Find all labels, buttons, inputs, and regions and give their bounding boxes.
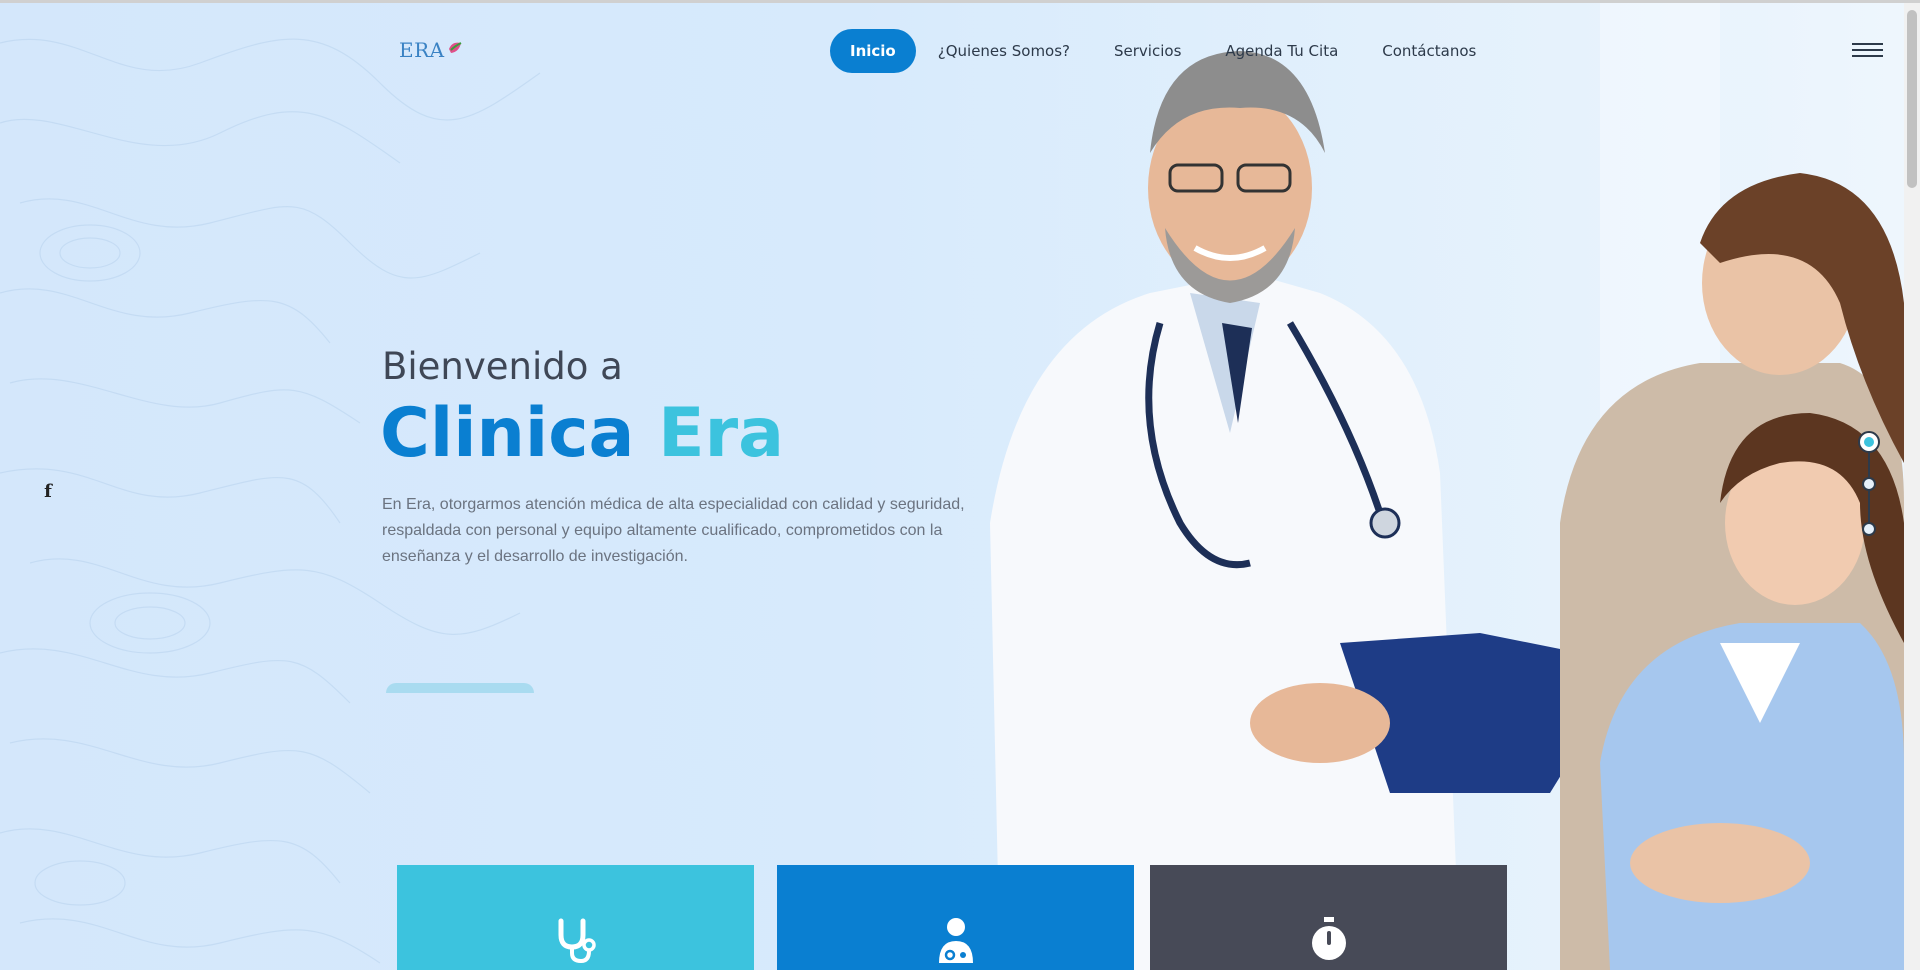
feature-card-1[interactable] xyxy=(397,865,754,970)
stethoscope-icon xyxy=(558,918,596,963)
facebook-icon[interactable]: f xyxy=(41,481,55,502)
brand-logo[interactable]: ERA xyxy=(399,38,465,64)
topographic-pattern xyxy=(0,38,541,964)
leaf-logo-icon xyxy=(449,42,462,53)
nav-item-agenda[interactable]: Agenda Tu Cita xyxy=(1203,29,1360,73)
hamburger-icon[interactable] xyxy=(1852,43,1883,59)
doctor-icon xyxy=(938,918,973,963)
hero-description: En Era, otorgarmos atención médica de al… xyxy=(382,496,965,565)
slide-dot-3[interactable] xyxy=(1862,522,1876,536)
slide-dot-1[interactable] xyxy=(1858,431,1880,453)
page-title: Clinica Era xyxy=(380,393,784,475)
nav-item-quienes-somos[interactable]: ¿Quienes Somos? xyxy=(916,29,1092,73)
stopwatch-icon xyxy=(1311,917,1346,960)
title-era: Era xyxy=(658,394,784,473)
feature-card-3[interactable] xyxy=(1150,865,1507,970)
brand-logo-text: ERA xyxy=(399,38,445,62)
scrollbar-thumb[interactable] xyxy=(1907,10,1917,188)
hero-photo xyxy=(960,3,1904,970)
title-clinica: Clinica xyxy=(380,394,635,473)
feature-card-2[interactable] xyxy=(777,865,1134,970)
slide-dot-2[interactable] xyxy=(1862,477,1876,491)
slider-pagination xyxy=(1858,431,1880,541)
nav-item-contactanos[interactable]: Contáctanos xyxy=(1360,29,1498,73)
nav-item-inicio[interactable]: Inicio xyxy=(830,29,916,73)
nav-item-servicios[interactable]: Servicios xyxy=(1092,29,1203,73)
main-nav: Inicio ¿Quienes Somos? Servicios Agenda … xyxy=(830,29,1498,73)
welcome-heading: Bienvenido a xyxy=(382,345,623,388)
hero-section: ERA Inicio ¿Quienes Somos? Servicios Age… xyxy=(0,3,1904,970)
hero-cta-button[interactable] xyxy=(386,683,534,693)
